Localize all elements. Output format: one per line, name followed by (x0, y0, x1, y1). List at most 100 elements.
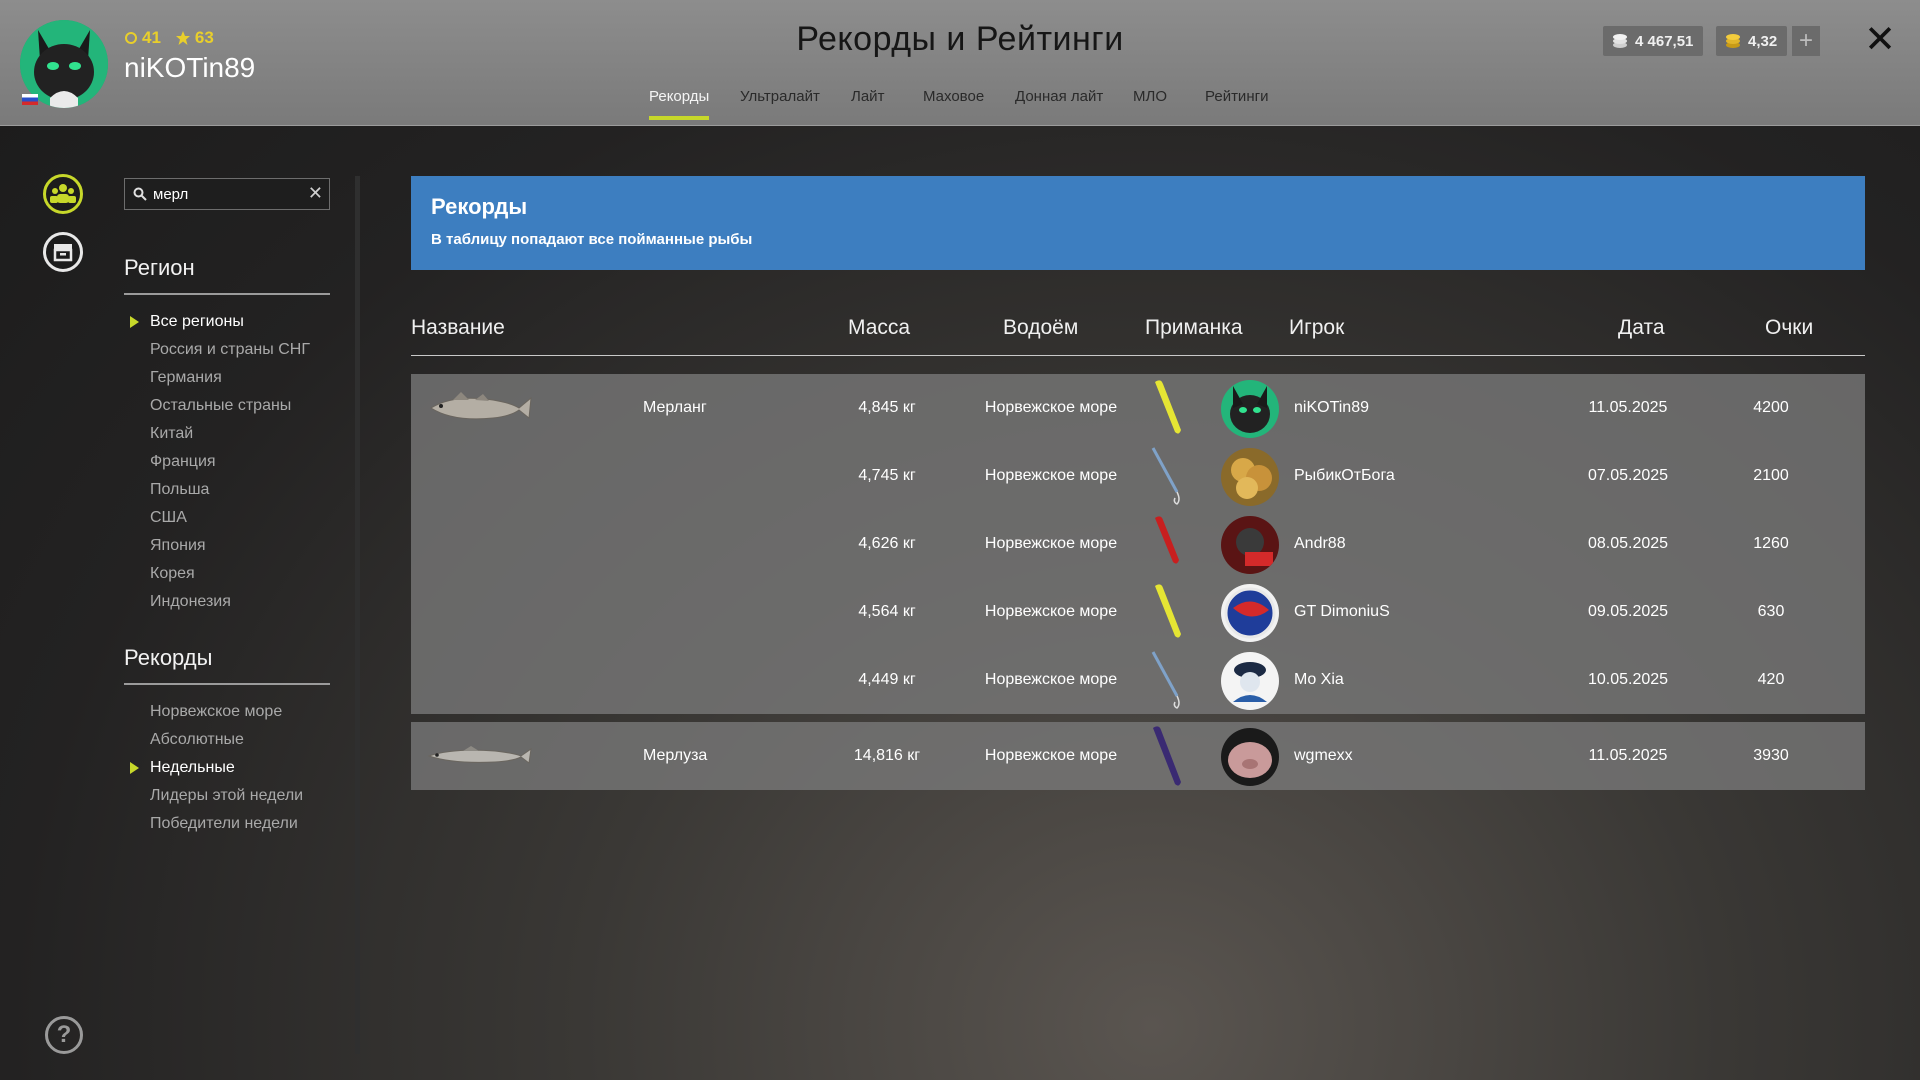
region-china[interactable]: Китай (150, 424, 310, 452)
records-divider (124, 683, 330, 685)
player-avatar[interactable] (1221, 448, 1279, 506)
records-weekly[interactable]: Недельные (129, 758, 303, 786)
tab-float[interactable]: Маховое (923, 88, 984, 105)
mass-value: 4,449 кг (858, 671, 916, 688)
records-filter-list: Норвежское море Абсолютные Недельные Лид… (129, 702, 303, 842)
date-value: 08.05.2025 (1587, 535, 1669, 552)
player-avatar[interactable] (1221, 584, 1279, 642)
region-section-title: Регион (124, 255, 195, 280)
gold-coins-icon (1726, 34, 1740, 48)
region-japan[interactable]: Япония (150, 536, 310, 564)
top-header: 41 63 niKOTin89 Рекорды и Рейтинги Рекор… (0, 0, 1920, 126)
records-absolute[interactable]: Абсолютные (150, 730, 303, 758)
tab-ratings[interactable]: Рейтинги (1205, 88, 1268, 105)
region-germany[interactable]: Германия (150, 368, 310, 396)
region-all[interactable]: Все регионы (130, 312, 310, 340)
tab-bar: Рекорды Ультралайт Лайт Маховое Донная л… (0, 88, 1920, 124)
water-value: Норвежское море (984, 603, 1118, 620)
table-row[interactable]: 4,564 кг Норвежское море GT DimoniuS 09.… (411, 578, 1865, 646)
tab-records[interactable]: Рекорды (649, 88, 710, 120)
date-value: 11.05.2025 (1588, 399, 1668, 416)
points-value: 2100 (1753, 467, 1789, 484)
silver-amount: 4 467,51 (1635, 32, 1694, 50)
region-korea[interactable]: Корея (150, 564, 310, 592)
records-norwegian-sea[interactable]: Норвежское море (150, 702, 303, 730)
table-row[interactable]: 4,626 кг Норвежское море Andr88 08.05.20… (411, 510, 1865, 578)
tab-light[interactable]: Лайт (851, 88, 884, 105)
player-name[interactable]: GT DimoniuS (1294, 578, 1390, 646)
tab-bottom-light[interactable]: Донная лайт (1015, 88, 1103, 105)
player-name[interactable]: niKOTin89 (1294, 374, 1369, 442)
player-name[interactable]: РыбикОтБога (1294, 442, 1395, 510)
water-value: Норвежское море (984, 747, 1118, 764)
player-name[interactable]: Andr88 (1294, 510, 1346, 578)
table-row[interactable]: 4,449 кг Норвежское море Mo Xia 10.05.20… (411, 646, 1865, 714)
column-header-mass[interactable]: Масса (848, 316, 910, 340)
column-header-water[interactable]: Водоём (1003, 316, 1078, 340)
date-value: 11.05.2025 (1588, 747, 1668, 764)
player-name[interactable]: wgmexx (1294, 722, 1353, 790)
region-poland[interactable]: Польша (150, 480, 310, 508)
region-divider (124, 293, 330, 295)
purple-lure-icon (1153, 726, 1181, 786)
column-header-bait[interactable]: Приманка (1145, 316, 1243, 340)
banner-title: Рекорды (431, 194, 528, 219)
water-value: Норвежское море (984, 467, 1118, 484)
trophy-box-icon[interactable] (43, 232, 83, 272)
region-other[interactable]: Остальные страны (150, 396, 310, 424)
close-button[interactable]: ✕ (1864, 21, 1896, 59)
yellow-lure-icon (1155, 584, 1181, 638)
region-usa[interactable]: США (150, 508, 310, 536)
silver-balance: 4 467,51 (1603, 26, 1704, 56)
mass-value: 14,816 кг (853, 747, 921, 764)
hook-lure-icon (1151, 447, 1180, 505)
search-icon (133, 187, 147, 201)
help-icon[interactable]: ? (45, 1016, 83, 1054)
mass-value: 4,626 кг (858, 535, 916, 552)
panel-divider (355, 176, 360, 1054)
records-section-title: Рекорды (124, 645, 213, 670)
region-list: Все регионы Россия и страны СНГ Германия… (130, 312, 310, 620)
player-name[interactable]: Mo Xia (1294, 646, 1344, 714)
column-header-date[interactable]: Дата (1618, 316, 1665, 340)
tab-ulw[interactable]: МЛО (1133, 88, 1167, 105)
search-input[interactable] (153, 185, 293, 203)
mass-value: 4,745 кг (858, 467, 916, 484)
date-value: 10.05.2025 (1587, 671, 1669, 688)
region-russia-cis[interactable]: Россия и страны СНГ (150, 340, 310, 368)
points-value: 1260 (1753, 535, 1789, 552)
mass-value: 4,845 кг (858, 399, 916, 416)
silver-coins-icon (1613, 34, 1627, 48)
region-france[interactable]: Франция (150, 452, 310, 480)
water-value: Норвежское море (984, 535, 1118, 552)
tab-ultralight[interactable]: Ультралайт (740, 88, 820, 105)
column-header-points[interactable]: Очки (1765, 316, 1813, 340)
table-row[interactable]: 4,845 кг Норвежское море niKOTin89 11.05… (411, 374, 1865, 442)
mass-value: 4,564 кг (858, 603, 916, 620)
player-avatar[interactable] (1221, 652, 1279, 710)
player-avatar[interactable] (1221, 380, 1279, 438)
table-row[interactable]: 14,816 кг Норвежское море wgmexx 11.05.2… (411, 722, 1865, 790)
player-avatar[interactable] (1221, 728, 1279, 786)
community-records-icon[interactable] (43, 174, 83, 214)
banner-subtitle: В таблицу попадают все пойманные рыбы (431, 231, 753, 248)
player-avatar[interactable] (1221, 516, 1279, 574)
add-currency-button[interactable]: + (1792, 26, 1820, 56)
records-week-leaders[interactable]: Лидеры этой недели (150, 786, 303, 814)
red-lure-icon (1155, 516, 1179, 564)
fish-group-hake: Мерлуза 14,816 кг Норвежское море wgmexx… (411, 722, 1865, 790)
water-value: Норвежское море (984, 671, 1118, 688)
column-header-player[interactable]: Игрок (1289, 316, 1344, 340)
fish-group-whiting: Мерланг 4,845 кг Норвежское море niKOTin… (411, 374, 1865, 714)
points-value: 630 (1757, 603, 1785, 620)
table-row[interactable]: 4,745 кг Норвежское море РыбикОтБога 07.… (411, 442, 1865, 510)
clear-search-icon[interactable]: ✕ (308, 183, 323, 204)
region-indonesia[interactable]: Индонезия (150, 592, 310, 620)
hook-lure-icon (1151, 651, 1180, 709)
gold-amount: 4,32 (1748, 32, 1778, 50)
water-value: Норвежское море (984, 399, 1118, 416)
header-divider (411, 355, 1865, 356)
column-header-name[interactable]: Название (411, 316, 505, 340)
records-week-winners[interactable]: Победители недели (150, 814, 303, 842)
points-value: 4200 (1753, 399, 1789, 416)
